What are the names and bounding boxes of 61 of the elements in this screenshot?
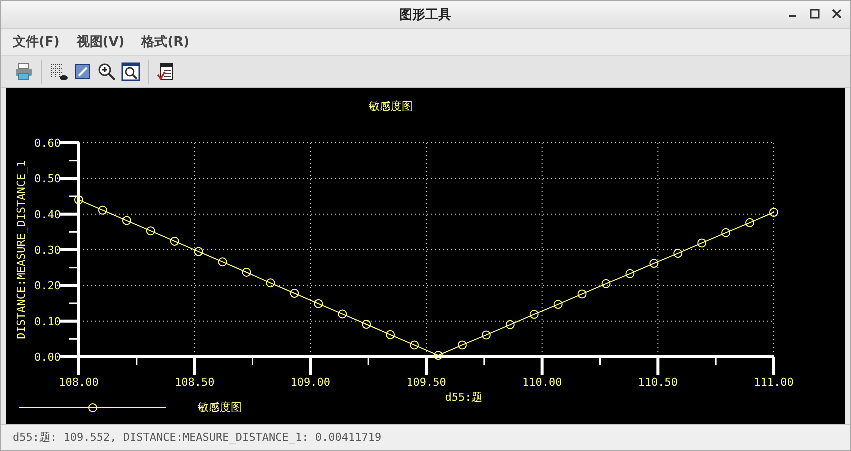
printer-icon[interactable] <box>14 62 34 82</box>
x-tick-label: 110.50 <box>638 376 678 389</box>
data-point <box>770 208 778 218</box>
x-tick-label: 109.50 <box>406 376 446 389</box>
zoom-in-icon[interactable] <box>97 62 117 82</box>
zoom-window-icon[interactable] <box>121 62 141 82</box>
maximize-icon[interactable] <box>810 9 820 19</box>
y-axis-label: DISTANCE:MEASURE_DISTANCE_1 <box>15 160 28 340</box>
y-tick-label: 0.30 <box>34 244 61 257</box>
data-point <box>314 299 324 308</box>
data-point <box>746 218 755 228</box>
data-point <box>458 340 467 350</box>
data-point <box>386 330 396 340</box>
menu-item[interactable]: 视图(V) <box>76 33 125 51</box>
y-tick-label: 0.50 <box>34 172 61 186</box>
grid-icon[interactable] <box>49 62 69 82</box>
y-tick-label: 0.00 <box>34 351 61 364</box>
chart-title: 敏感度图 <box>369 100 413 113</box>
data-point <box>122 216 132 226</box>
data-point <box>98 206 108 215</box>
data-point <box>650 259 659 268</box>
x-tick-label: 108.50 <box>174 376 215 389</box>
data-point <box>194 247 204 256</box>
data-point <box>698 238 707 248</box>
data-point <box>578 290 587 299</box>
x-tick-label: 109.00 <box>290 376 331 389</box>
y-tick-label: 0.60 <box>34 137 61 150</box>
data-point <box>530 310 539 320</box>
data-point <box>242 268 252 277</box>
x-axis-label: d55:题 <box>445 391 483 404</box>
menu-item[interactable]: 格式(R) <box>142 33 190 51</box>
data-point <box>506 320 515 330</box>
data-point <box>434 351 443 360</box>
data-point <box>266 278 276 288</box>
menu-item[interactable]: 文件(F) <box>13 33 60 51</box>
legend-label: 敏感度图 <box>198 401 242 414</box>
data-point <box>554 300 563 310</box>
data-point <box>362 320 372 330</box>
data-point <box>338 310 348 319</box>
data-point <box>410 340 420 350</box>
x-tick-label: 108.00 <box>59 376 99 389</box>
data-point <box>290 289 300 298</box>
x-tick-label: 111.00 <box>754 376 794 389</box>
y-tick-label: 0.40 <box>34 208 61 222</box>
window-title: 图形工具 <box>400 6 452 24</box>
status-text: d55:题: 109.552, DISTANCE:MEASURE_DISTANCE_1: 0.00411719 <box>13 430 382 445</box>
pencil-box-icon[interactable] <box>73 62 93 82</box>
data-point <box>146 226 156 236</box>
data-point <box>602 279 611 288</box>
y-tick-label: 0.20 <box>34 280 61 293</box>
data-point <box>74 196 84 205</box>
data-point <box>674 249 683 258</box>
report-icon[interactable] <box>156 62 176 82</box>
data-point <box>218 258 228 267</box>
data-point <box>626 269 635 278</box>
data-point <box>482 330 491 340</box>
y-tick-label: 0.10 <box>34 315 61 328</box>
data-point <box>170 236 180 246</box>
x-tick-label: 110.00 <box>522 376 562 389</box>
close-icon[interactable] <box>832 9 842 19</box>
data-point <box>722 228 731 238</box>
